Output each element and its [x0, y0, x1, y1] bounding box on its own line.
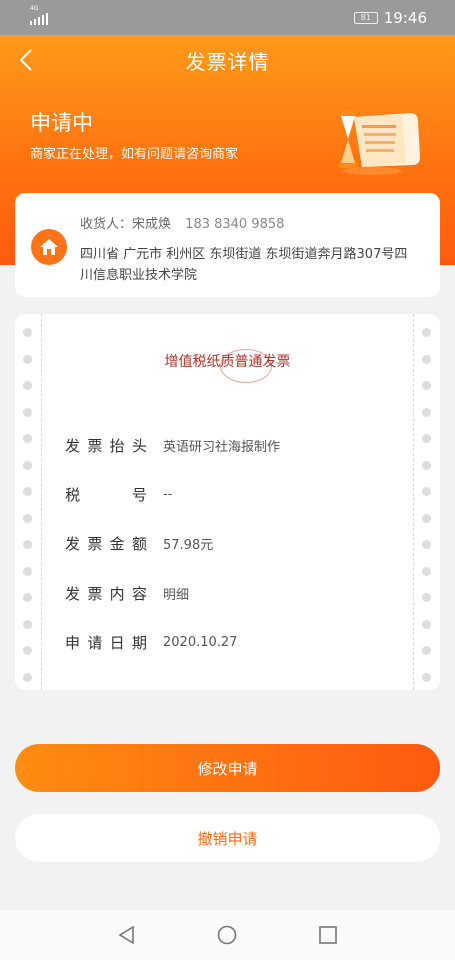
field-value: 明细 [163, 587, 190, 603]
signal-icon: 4G [30, 5, 48, 25]
field-value: 57.98元 [163, 537, 214, 553]
status-block: 申请中 商家正在处理，如有问题请咨询商家 [30, 107, 238, 162]
field-row-title: 发票抬头 英语研习社海报制作 [65, 435, 405, 455]
square-recent-icon[interactable] [317, 924, 339, 946]
field-label: 发票内容 [65, 584, 147, 603]
document-hourglass-icon [338, 111, 420, 175]
perforation-right [422, 328, 432, 690]
back-button[interactable] [14, 47, 38, 73]
clock: 19:46 [383, 8, 427, 27]
modify-request-button[interactable]: 修改申请 [15, 744, 440, 792]
field-label: 发票抬头 [65, 436, 147, 455]
nav-bar: 发票详情 [0, 35, 455, 85]
field-value: -- [163, 486, 173, 502]
field-value: 2020.10.27 [163, 634, 238, 650]
invoice-card: 增值税纸质普通发票 发票抬头 英语研习社海报制作 税号 -- 发票金额 57.9… [15, 314, 440, 690]
home-icon [31, 229, 67, 265]
system-nav-bar [0, 910, 455, 960]
receiver-name: 宋成焕 [132, 217, 172, 232]
battery-icon: 81 [353, 11, 378, 24]
field-row-date: 申请日期 2020.10.27 [65, 632, 405, 652]
address-text: 四川省 广元市 利州区 东坝街道 东坝街道奔月路307号四川信息职业技术学院 [80, 247, 408, 283]
network-type: 4G [30, 4, 39, 12]
page-title: 发票详情 [185, 49, 270, 74]
perforation-left [23, 328, 33, 690]
field-row-content: 发票内容 明细 [65, 583, 405, 603]
field-value: 英语研习社海报制作 [163, 439, 281, 455]
field-label: 发票金额 [65, 534, 147, 553]
invoice-type: 增值税纸质普通发票 [164, 354, 291, 370]
status-title: 申请中 [30, 111, 93, 135]
status-bar: 4G 81 19:46 [0, 0, 455, 35]
cancel-request-button[interactable]: 撤销申请 [15, 814, 440, 862]
back-arrow-icon [20, 49, 32, 71]
field-label: 税号 [65, 485, 147, 504]
receiver-label: 收货人： [80, 217, 133, 232]
field-row-tax-number: 税号 -- [65, 484, 405, 504]
circle-home-icon[interactable] [216, 924, 238, 946]
address-card[interactable]: 收货人：宋成焕 183 8340 9858 四川省 广元市 利州区 东坝街道 东… [15, 193, 440, 297]
field-row-amount: 发票金额 57.98元 [65, 533, 405, 553]
status-subtitle: 商家正在处理，如有问题请咨询商家 [30, 147, 239, 162]
field-label: 申请日期 [65, 633, 147, 652]
receiver-line: 收货人：宋成焕 183 8340 9858 [80, 213, 284, 232]
triangle-back-icon[interactable] [116, 924, 138, 946]
receiver-phone: 183 8340 9858 [185, 217, 285, 232]
